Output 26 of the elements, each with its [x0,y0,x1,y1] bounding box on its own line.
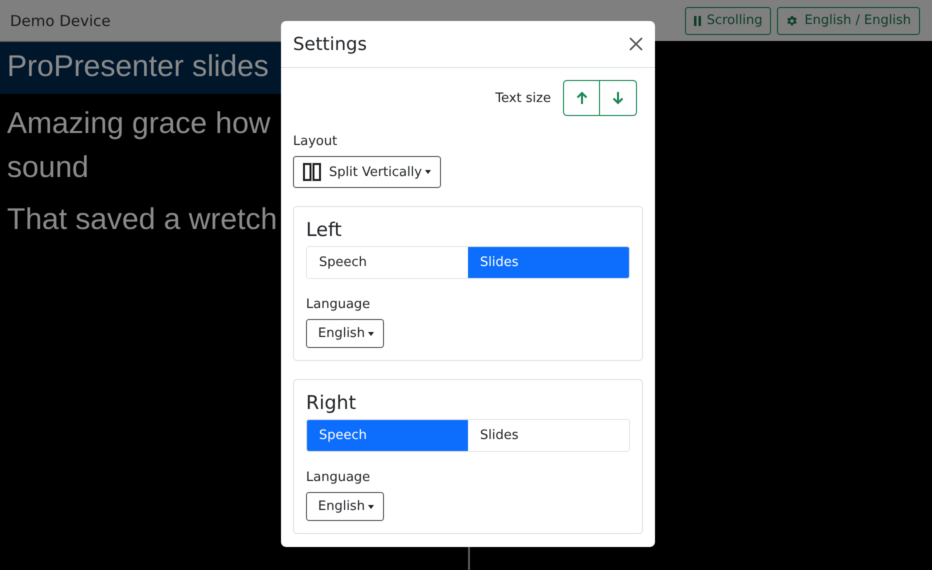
layout-dropdown[interactable]: Split Vertically [293,156,441,188]
decrease-text-button[interactable] [600,80,637,116]
settings-icon [786,14,798,26]
slide-text: sound [7,150,89,186]
language-dropdown[interactable]: English [306,319,384,348]
up-arrow-icon [576,91,588,105]
caret-icon [424,170,431,174]
split-columns-icon [303,163,321,181]
source-tab[interactable]: Speech [307,420,468,451]
pause-icon [694,16,701,26]
slide-text: That saved a wretch [7,202,278,238]
language-label: Language [306,297,372,312]
text-size-label: Text size [495,90,551,106]
language-label: Language [306,470,372,485]
source-tab[interactable]: Slides [468,247,629,278]
section-title: Left [306,218,343,242]
caret-icon [368,332,374,336]
caret-icon [368,504,374,508]
increase-text-button[interactable] [563,80,600,116]
language-dropdown[interactable]: English [306,492,384,521]
device-name: Demo Device [10,12,111,30]
section-title: Right [306,391,358,415]
slide-text: Amazing grace how [7,106,270,142]
layout-label: Layout [293,134,338,149]
close-button[interactable] [627,35,645,53]
down-arrow-icon [612,91,624,105]
